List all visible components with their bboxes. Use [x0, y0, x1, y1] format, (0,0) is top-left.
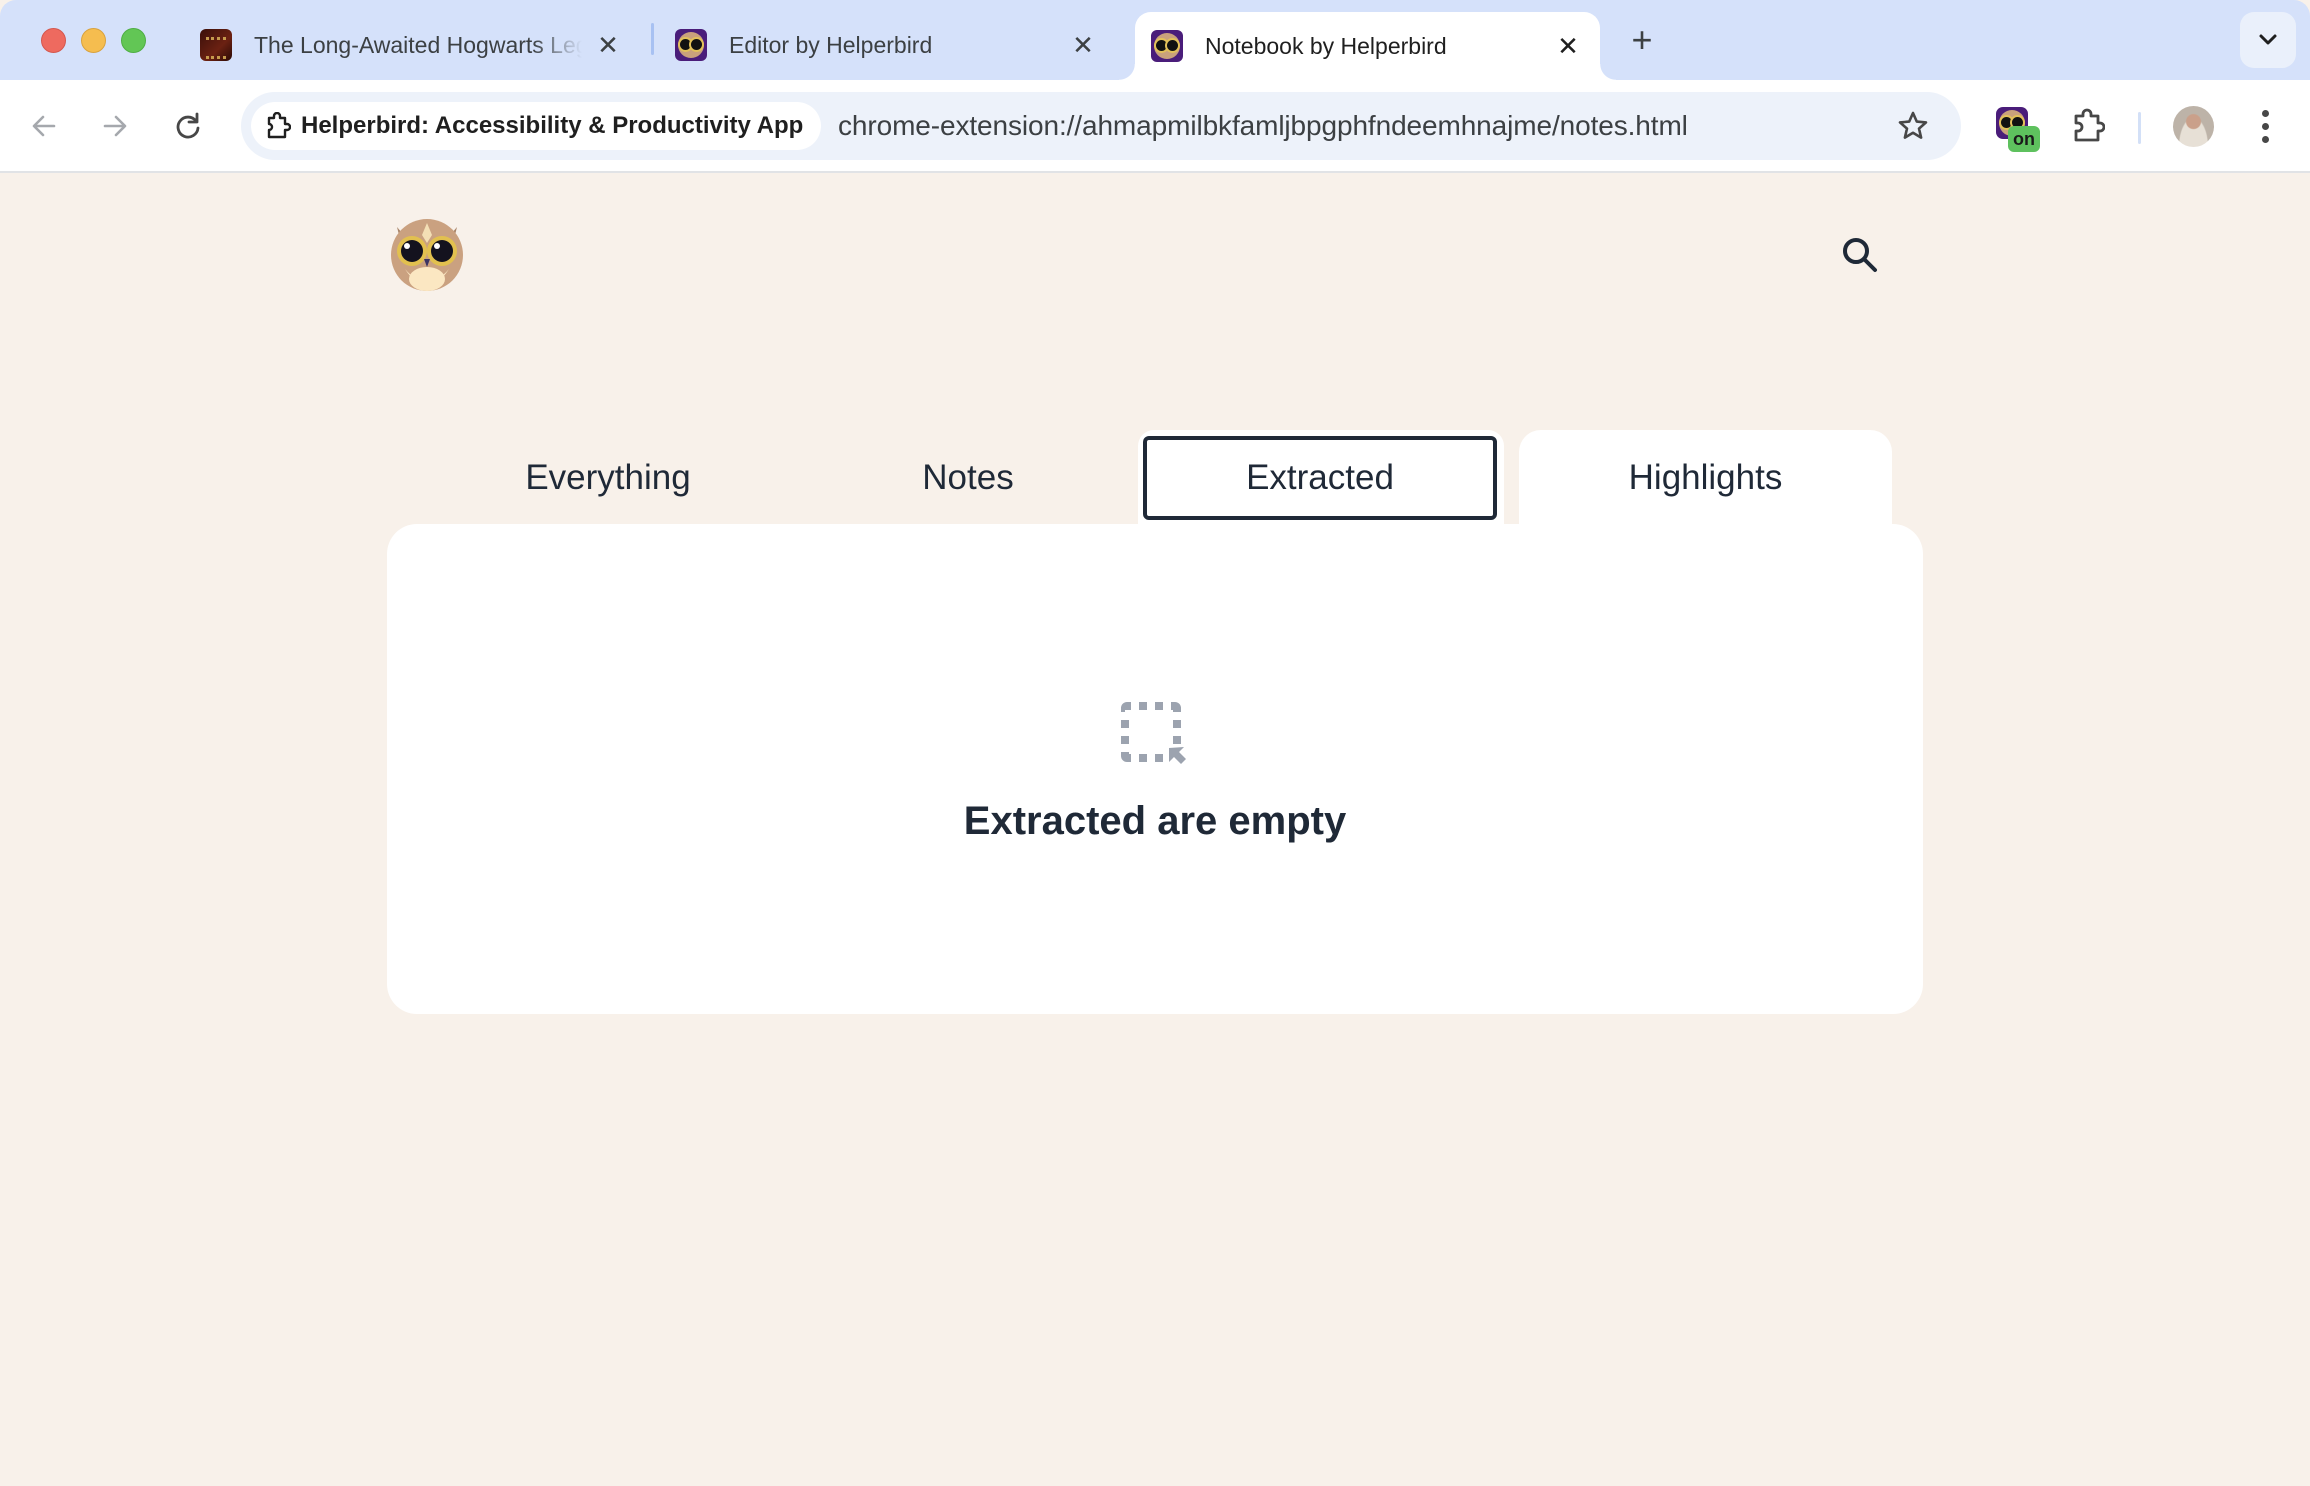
browser-tab-hogwarts[interactable]: The Long-Awaited Hogwarts Legacy ✕ [200, 10, 640, 80]
empty-state-title: Extracted are empty [963, 799, 1347, 843]
helperbird-owl-favicon-icon [1151, 30, 1183, 62]
tab-search-button[interactable] [2240, 12, 2296, 68]
site-chip-label: Helperbird: Accessibility & Productivity… [301, 112, 804, 139]
new-tab-button[interactable]: + [1624, 19, 1660, 60]
arrow-left-icon [32, 115, 56, 137]
toolbar-divider [2138, 112, 2141, 144]
zoom-window-button[interactable] [121, 28, 146, 53]
browser-toolbar: Helperbird: Accessibility & Productivity… [0, 80, 2310, 173]
forward-button[interactable] [91, 102, 139, 150]
bookmark-button[interactable] [1893, 106, 1933, 146]
profile-avatar[interactable] [2173, 106, 2214, 147]
reload-button[interactable] [164, 102, 212, 150]
tab-highlights[interactable]: Highlights [1519, 430, 1892, 526]
puzzle-icon [267, 112, 291, 139]
browser-window: The Long-Awaited Hogwarts Legacy ✕ Edito… [0, 0, 2310, 1486]
arrow-right-icon [103, 115, 127, 137]
browser-tab-notebook-active[interactable]: Notebook by Helperbird ✕ [1119, 12, 1616, 80]
url-text[interactable]: chrome-extension://ahmapmilbkfamljbpgphf… [838, 92, 1688, 160]
browser-tab-editor[interactable]: Editor by Helperbird ✕ [675, 10, 1115, 80]
close-window-button[interactable] [41, 28, 66, 53]
address-bar[interactable]: Helperbird: Accessibility & Productivity… [241, 92, 1961, 160]
tab-title: The Long-Awaited Hogwarts Legacy [254, 31, 582, 58]
kebab-menu-icon [2261, 109, 2269, 117]
extension-on-badge: on [2008, 126, 2040, 152]
close-tab-icon[interactable]: ✕ [1069, 30, 1097, 60]
helperbird-extension-button[interactable]: on [1996, 107, 2040, 152]
back-button[interactable] [20, 102, 68, 150]
close-tab-icon[interactable]: ✕ [1554, 31, 1582, 61]
star-icon [1898, 111, 1928, 139]
helperbird-owl-favicon-icon [675, 29, 707, 61]
close-tab-icon[interactable]: ✕ [594, 30, 622, 60]
notebook-page: Everything Notes Extracted Highlights Ex… [0, 173, 2310, 1486]
tab-extracted-label: Extracted [1246, 458, 1394, 497]
tab-strip: The Long-Awaited Hogwarts Legacy ✕ Edito… [0, 0, 2310, 80]
select-region-icon [1121, 702, 1186, 764]
minimize-window-button[interactable] [81, 28, 106, 53]
notebook-tabs: Everything Notes Extracted Highlights [0, 430, 2310, 526]
puzzle-icon [2074, 108, 2105, 142]
chevron-down-icon [2259, 34, 2277, 45]
site-info-chip[interactable]: Helperbird: Accessibility & Productivity… [251, 102, 822, 150]
tab-title: Editor by Helperbird [729, 31, 933, 58]
tab-title: Notebook by Helperbird [1205, 32, 1447, 59]
browser-menu-button[interactable] [2250, 104, 2280, 148]
tab-extracted-focus-ring: Extracted [1143, 436, 1497, 520]
tab-divider [651, 23, 654, 55]
empty-state [1117, 698, 1193, 774]
tab-notes[interactable]: Notes [812, 430, 1124, 526]
search-button[interactable] [1838, 233, 1882, 277]
reload-icon [176, 112, 200, 139]
hogwarts-book-favicon-icon [200, 29, 232, 61]
extensions-button[interactable] [2066, 104, 2110, 148]
search-icon [1843, 238, 1877, 272]
owl-logo-icon [391, 219, 463, 291]
helperbird-owl-logo[interactable] [387, 213, 467, 293]
tab-extracted[interactable]: Extracted [1138, 430, 1504, 526]
tab-everything[interactable]: Everything [402, 430, 814, 526]
